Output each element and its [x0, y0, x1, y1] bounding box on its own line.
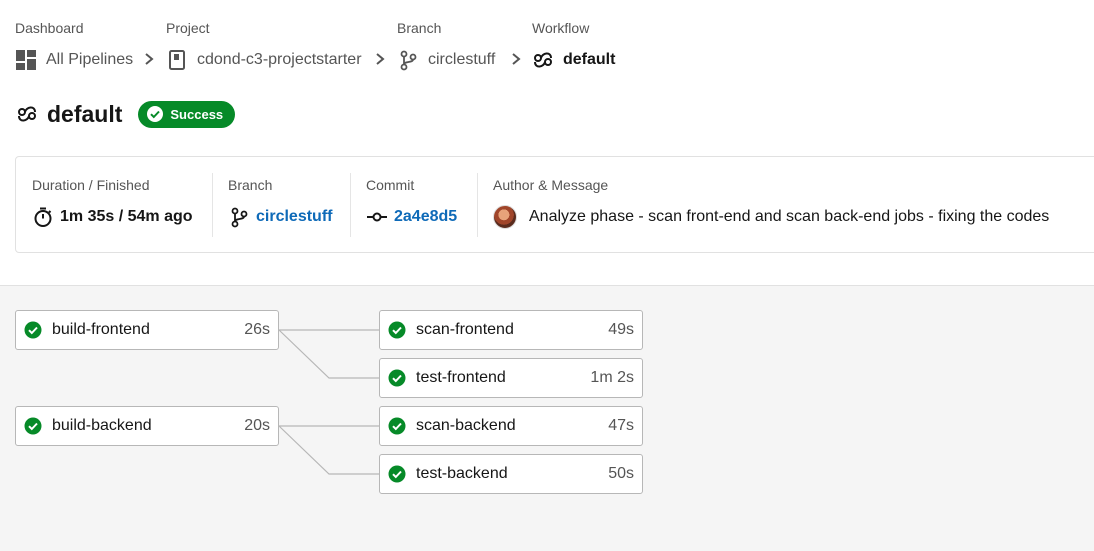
breadcrumb-heading: Workflow — [532, 20, 590, 36]
breadcrumb-link-project[interactable]: cdond-c3-projectstarter — [166, 48, 362, 72]
job-card-test-backend[interactable]: test-backend 50s — [379, 454, 643, 494]
branch-value-row: circlestuff — [228, 205, 332, 229]
author-label: Author & Message — [493, 177, 609, 193]
avatar[interactable] — [493, 205, 517, 229]
chevron-right-icon — [376, 53, 385, 65]
job-name: scan-frontend — [416, 321, 514, 338]
chevron-right-icon — [145, 53, 154, 65]
commit-message: Analyze phase - scan front-end and scan … — [529, 208, 1050, 225]
breadcrumb-link-workflow[interactable]: default — [532, 48, 615, 72]
workflow-icon — [16, 103, 38, 125]
connector-line — [278, 425, 379, 475]
job-duration: 50s — [608, 465, 634, 482]
breadcrumb-link-branch[interactable]: circlestuff — [397, 48, 495, 72]
duration-value-row: 1m 35s / 54m ago — [32, 205, 193, 229]
duration-label: Duration / Finished — [32, 177, 150, 193]
breadcrumb-project: Project — [166, 20, 210, 36]
branch-icon — [228, 206, 250, 228]
chevron-right-icon — [512, 53, 521, 65]
breadcrumb-heading: Project — [166, 20, 210, 36]
branch-label: Branch — [228, 177, 273, 193]
page-title: default — [47, 100, 123, 127]
divider — [212, 173, 213, 237]
repo-icon — [166, 49, 188, 71]
success-check-icon — [388, 321, 406, 339]
commit-value-row: 2a4e8d5 — [366, 205, 457, 229]
job-duration: 20s — [244, 417, 270, 434]
breadcrumb-label: default — [563, 51, 616, 68]
job-card-build-frontend[interactable]: build-frontend 26s — [15, 310, 279, 350]
job-name: test-backend — [416, 465, 508, 482]
job-name: test-frontend — [416, 369, 506, 386]
stopwatch-icon — [32, 206, 54, 228]
divider — [350, 173, 351, 237]
success-check-icon — [388, 417, 406, 435]
check-circle-icon — [146, 105, 164, 123]
success-check-icon — [388, 465, 406, 483]
success-check-icon — [24, 417, 42, 435]
workflow-icon — [532, 49, 554, 71]
breadcrumb-workflow: Workflow — [532, 20, 589, 36]
commit-icon — [366, 206, 388, 228]
job-card-scan-frontend[interactable]: scan-frontend 49s — [379, 310, 643, 350]
connector-line — [278, 329, 379, 379]
job-duration: 47s — [608, 417, 634, 434]
success-check-icon — [24, 321, 42, 339]
breadcrumb-heading: Branch — [397, 20, 442, 36]
dashboard-icon — [15, 49, 37, 71]
breadcrumb-label: cdond-c3-projectstarter — [197, 51, 362, 68]
breadcrumb-dashboard: Dashboard — [15, 20, 84, 36]
job-duration: 1m 2s — [590, 369, 634, 386]
commit-label: Commit — [366, 177, 415, 193]
breadcrumb-branch: Branch — [397, 20, 441, 36]
divider — [477, 173, 478, 237]
status-badge: Success — [138, 100, 236, 128]
author-value-row: Analyze phase - scan front-end and scan … — [493, 205, 1049, 229]
workflow-header: default Success — [16, 100, 236, 128]
branch-link[interactable]: circlestuff — [256, 208, 332, 226]
job-card-scan-backend[interactable]: scan-backend 47s — [379, 406, 643, 446]
breadcrumb-heading: Dashboard — [15, 20, 84, 36]
workflow-details-card: Duration / Finished 1m 35s / 54m ago Bra… — [15, 156, 1094, 253]
success-check-icon — [388, 369, 406, 387]
duration-value: 1m 35s / 54m ago — [60, 208, 193, 225]
job-duration: 26s — [244, 321, 270, 338]
breadcrumb-link-all-pipelines[interactable]: All Pipelines — [15, 48, 133, 72]
workflow-graph: build-frontend 26s scan-frontend 49s tes… — [0, 285, 1094, 551]
status-label: Success — [170, 106, 224, 122]
job-name: build-backend — [52, 417, 152, 434]
job-card-build-backend[interactable]: build-backend 20s — [15, 406, 279, 446]
breadcrumb-label: All Pipelines — [46, 51, 134, 68]
job-name: build-frontend — [52, 321, 150, 338]
branch-icon — [397, 49, 419, 71]
breadcrumb-label: circlestuff — [428, 51, 496, 68]
job-card-test-frontend[interactable]: test-frontend 1m 2s — [379, 358, 643, 398]
job-name: scan-backend — [416, 417, 516, 434]
job-duration: 49s — [608, 321, 634, 338]
commit-link[interactable]: 2a4e8d5 — [394, 208, 457, 226]
